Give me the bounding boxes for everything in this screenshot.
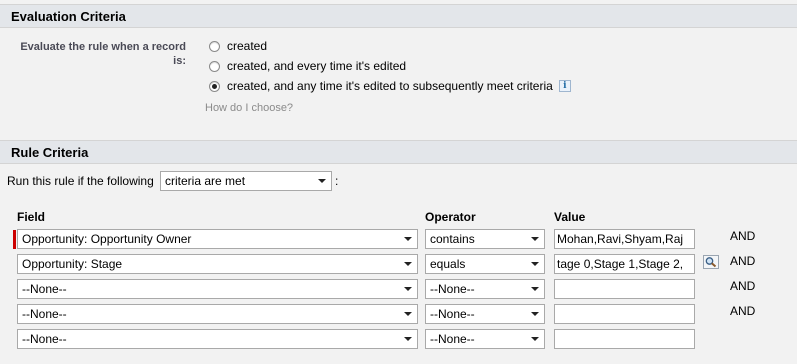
chevron-down-icon — [531, 312, 539, 316]
chevron-down-icon — [404, 262, 412, 266]
field-select-value: Opportunity: Opportunity Owner — [22, 232, 192, 246]
operator-select-row-2[interactable]: equals — [425, 254, 545, 274]
operator-column-header: Operator — [425, 210, 476, 224]
run-rule-colon: : — [335, 174, 339, 188]
radio-button[interactable] — [209, 40, 220, 52]
and-label-row-1: AND — [730, 229, 756, 243]
and-label-row-3: AND — [730, 279, 756, 293]
radio-option-created[interactable]: created — [209, 38, 267, 54]
operator-select-value: --None-- — [430, 332, 475, 346]
and-label-row-4: AND — [730, 304, 756, 318]
operator-select-value: --None-- — [430, 307, 475, 321]
field-select-value: --None-- — [22, 332, 67, 346]
value-input-row-2[interactable]: tage 0,Stage 1,Stage 2, — [554, 254, 695, 274]
radio-option-created-and-edited[interactable]: created, and every time it's edited — [209, 58, 406, 74]
operator-select-value: contains — [430, 232, 475, 246]
lookup-icon[interactable] — [703, 255, 719, 269]
field-column-header: Field — [17, 210, 46, 224]
field-select-row-1[interactable]: Opportunity: Opportunity Owner — [17, 229, 418, 249]
radio-label: created — [227, 39, 268, 53]
radio-option-subsequently-meet-criteria[interactable]: created, and any time it's edited to sub… — [209, 78, 571, 94]
evaluation-criteria-title: Evaluation Criteria — [11, 9, 126, 24]
chevron-down-icon — [404, 287, 412, 291]
operator-select-row-1[interactable]: contains — [425, 229, 545, 249]
value-input-text: tage 0,Stage 1,Stage 2, — [557, 257, 684, 271]
evaluate-rule-label: Evaluate the rule when a record is: — [20, 41, 186, 67]
radio-button-selected[interactable] — [209, 80, 220, 92]
radio-label: created, and any time it's edited to sub… — [227, 79, 553, 93]
chevron-down-icon — [318, 179, 326, 183]
chevron-down-icon — [531, 262, 539, 266]
chevron-down-icon — [531, 287, 539, 291]
evaluation-criteria-header: Evaluation Criteria — [0, 4, 797, 28]
operator-select-value: equals — [430, 257, 466, 271]
field-select-row-4[interactable]: --None-- — [17, 304, 418, 324]
info-icon[interactable]: i — [558, 80, 571, 92]
field-select-value: --None-- — [22, 282, 67, 296]
operator-select-row-5[interactable]: --None-- — [425, 329, 545, 349]
radio-label: created, and every time it's edited — [227, 59, 407, 73]
field-select-value: --None-- — [22, 307, 67, 321]
operator-select-value: --None-- — [430, 282, 475, 296]
how-do-i-choose-link[interactable]: How do I choose? — [205, 102, 293, 114]
and-label-row-2: AND — [730, 254, 756, 268]
radio-button[interactable] — [209, 60, 220, 72]
chevron-down-icon — [531, 337, 539, 341]
chevron-down-icon — [531, 237, 539, 241]
value-input-text: Mohan,Ravi,Shyam,Raj — [557, 232, 684, 246]
value-input-row-5[interactable] — [554, 329, 695, 349]
operator-select-row-3[interactable]: --None-- — [425, 279, 545, 299]
value-column-header: Value — [554, 210, 586, 224]
criteria-select-value: criteria are met — [165, 174, 246, 188]
value-input-row-4[interactable] — [554, 304, 695, 324]
required-indicator — [13, 230, 16, 249]
criteria-select[interactable]: criteria are met — [160, 171, 332, 191]
run-rule-label: Run this rule if the following — [7, 174, 154, 188]
operator-select-row-4[interactable]: --None-- — [425, 304, 545, 324]
rule-criteria-title: Rule Criteria — [11, 145, 89, 160]
field-select-row-3[interactable]: --None-- — [17, 279, 418, 299]
value-input-row-1[interactable]: Mohan,Ravi,Shyam,Raj — [554, 229, 695, 249]
chevron-down-icon — [404, 237, 412, 241]
field-select-row-5[interactable]: --None-- — [17, 329, 418, 349]
rule-criteria-header: Rule Criteria — [0, 140, 797, 164]
radio-selected-dot — [212, 83, 217, 89]
value-input-row-3[interactable] — [554, 279, 695, 299]
chevron-down-icon — [404, 337, 412, 341]
field-select-row-2[interactable]: Opportunity: Stage — [17, 254, 418, 274]
field-select-value: Opportunity: Stage — [22, 257, 123, 271]
chevron-down-icon — [404, 312, 412, 316]
